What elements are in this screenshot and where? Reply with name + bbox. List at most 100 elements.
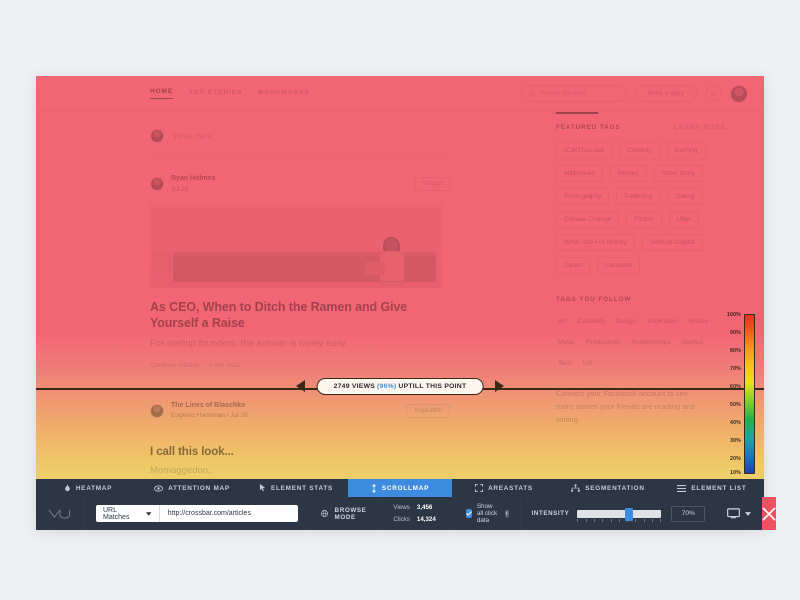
tab-attention-map[interactable]: ATTENTION MAP [140, 479, 244, 497]
tag-chip[interactable]: Millennials [556, 164, 603, 182]
tab-scrollmap[interactable]: SCROLLMAP [348, 479, 452, 497]
tag-chip[interactable]: ICallThisLook [556, 141, 612, 159]
tab-label: SCROLLMAP [381, 484, 430, 492]
close-button[interactable] [762, 497, 777, 530]
url-filter-box[interactable]: URL Matches http://crossbar.com/articles [96, 505, 299, 522]
device-section[interactable] [716, 497, 762, 530]
clicks-value: 14,324 [416, 515, 436, 523]
feed-post-2[interactable]: The Lines of Blaschko Eugenio Hanoman / … [150, 387, 450, 476]
learn-more-link[interactable]: LEARN MORE [674, 124, 726, 131]
tag-chip[interactable]: Climate Change [556, 210, 620, 228]
show-click-data-toggle[interactable]: Show all click data i [465, 503, 509, 524]
tag-chip[interactable]: Lafayette [596, 256, 641, 274]
views-label: Views [393, 504, 410, 512]
checkbox-checked[interactable] [465, 509, 472, 518]
followed-tag[interactable]: Mobile [686, 313, 711, 329]
post-subtitle: For startup founders, the answer is rare… [150, 337, 348, 349]
followed-tag[interactable]: Creativity [575, 313, 607, 329]
url-match-dropdown[interactable]: URL Matches [96, 505, 160, 522]
scrollmap-viewport: HOME TOP STORIES BOOKMARKS Search Medium… [36, 76, 764, 530]
followed-tag[interactable]: Design [613, 313, 639, 329]
sidebar-rule [556, 112, 598, 114]
compose-box[interactable]: Write here... [150, 112, 450, 160]
tag-chip[interactable]: Uber [668, 210, 699, 228]
post-tag[interactable]: Startup [414, 177, 450, 192]
followed-tag[interactable]: Art [556, 313, 569, 329]
check-icon [465, 511, 472, 516]
tag-chip[interactable]: Gaming [666, 141, 706, 159]
intensity-slider[interactable] [577, 507, 662, 522]
device-selector[interactable] [727, 508, 752, 519]
legend-tick: 30% [730, 438, 741, 444]
followed-tag[interactable]: Startup [679, 334, 706, 350]
tag-chip[interactable]: Parenting [616, 187, 661, 205]
tag-chip[interactable]: Comedy [618, 141, 660, 159]
read-time: 3 min read [208, 361, 240, 369]
legend-tick: 70% [730, 366, 741, 372]
tag-chip[interactable]: Photography [556, 187, 610, 205]
tab-areastats[interactable]: AREASTATS [452, 479, 556, 497]
post-title-2[interactable]: I call this look... [150, 445, 450, 459]
slider-ticks [577, 518, 662, 523]
followed-tag[interactable]: Tech [556, 355, 574, 371]
user-avatar[interactable] [730, 84, 748, 103]
publication-avatar [150, 403, 164, 418]
post-title[interactable]: As CEO, When to Ditch the Ramen and Give… [150, 300, 450, 332]
post-meta: Continue reading 3 min read [150, 362, 450, 369]
tag-chip[interactable]: Short Story [653, 164, 703, 182]
tab-label: SEGMENTATION [585, 484, 645, 492]
continue-reading-link[interactable]: Continue reading [150, 362, 200, 369]
info-icon[interactable]: i [505, 509, 509, 518]
tag-chip[interactable]: Venture Capital [641, 233, 703, 251]
tab-label: ELEMENT STATS [270, 484, 334, 492]
tab-segmentation[interactable]: SEGMENTATION [556, 479, 660, 497]
lamp-shape [152, 252, 171, 275]
tab-label: ELEMENT LIST [691, 484, 747, 492]
nav-link-top-stories[interactable]: TOP STORIES [189, 89, 242, 99]
badge-views: 2749 VIEWS [333, 383, 376, 390]
tab-label: HEATMAP [75, 484, 113, 492]
legend-tick: 100% [726, 312, 741, 318]
updown-arrow-icon [371, 483, 376, 493]
browse-mode-button[interactable]: BROWSE MODE [321, 507, 370, 521]
post-tag-2[interactable]: Inspiration [406, 403, 450, 418]
url-match-label: URL Matches [103, 506, 130, 521]
nav-link-home[interactable]: HOME [150, 88, 174, 99]
legend-tick: 40% [730, 420, 741, 426]
write-story-button[interactable]: Write a story [634, 85, 697, 102]
tab-element-list[interactable]: ELEMENT LIST [660, 479, 764, 497]
nav-link-bookmarks[interactable]: BOOKMARKS [258, 89, 309, 99]
compose-placeholder: Write here... [173, 130, 220, 141]
tag-chip[interactable]: Movies [609, 164, 647, 182]
followed-tag[interactable]: Inspiration [645, 313, 680, 329]
legend-tick: 90% [730, 330, 741, 336]
legend-tick: 50% [730, 402, 741, 408]
eye-icon [154, 484, 164, 492]
notifications-button[interactable] [705, 85, 722, 102]
browse-mode-section[interactable]: BROWSE MODE [310, 497, 383, 530]
tab-element-stats[interactable]: ELEMENT STATS [244, 479, 348, 497]
tag-chip[interactable]: Dating [667, 187, 703, 205]
stats-section: Views 3,456 Clicks 14,324 [382, 497, 455, 530]
search-icon [529, 90, 536, 97]
tab-heatmap[interactable]: HEATMAP [36, 479, 140, 497]
followed-tag[interactable]: UX [580, 355, 595, 371]
followed-tag[interactable]: Productivity [584, 334, 623, 350]
feed-post-1[interactable]: Ryan Holmes Jul 20 Startup As CEO, When … [150, 160, 450, 369]
intensity-value[interactable]: 70% [671, 505, 706, 522]
url-input[interactable]: http://crossbar.com/articles [160, 510, 299, 517]
legend-tick-labels: 100% 90% 80% 70% 60% 50% 40% 30% 20% 10% [715, 310, 741, 478]
followed-tags-list: Art Creativity Design Inspiration Mobile… [556, 313, 726, 371]
tag-chip[interactable]: What I Do For Money [556, 233, 635, 251]
list-icon [677, 484, 687, 492]
post-author-info: Ryan Holmes Jul 20 [171, 174, 215, 194]
tag-chip[interactable]: Fiction [626, 210, 662, 228]
followed-tag[interactable]: Relationships [629, 334, 673, 350]
bell-icon [710, 90, 717, 96]
tag-chip[interactable]: Japan [556, 256, 590, 274]
followed-tag[interactable]: Music [556, 334, 578, 350]
sidebar: FEATURED TAGS LEARN MORE ICallThisLook C… [556, 112, 726, 426]
search-input[interactable]: Search Medium [520, 85, 627, 102]
globe-icon [321, 510, 329, 517]
slider-knob[interactable] [624, 507, 633, 521]
